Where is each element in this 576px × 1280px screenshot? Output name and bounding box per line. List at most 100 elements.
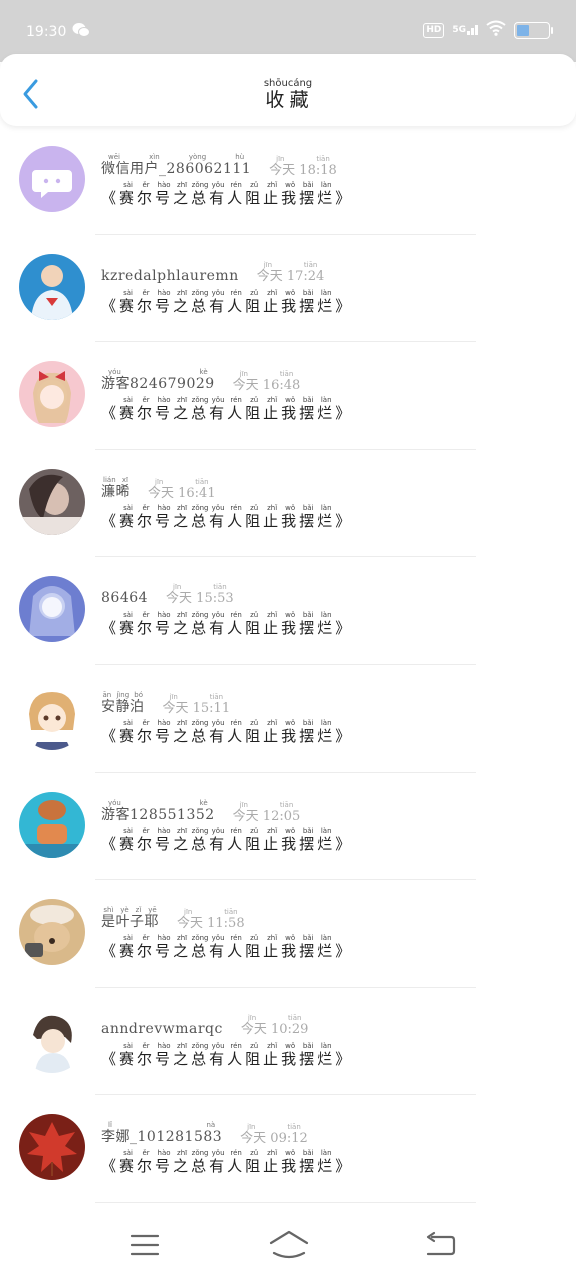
book-title[interactable]: 《赛sài尔ěr号hào之zhī总zǒng有yǒu人rén阻zǔ止zhǐ我wǒ摆… [101,504,353,531]
list-item[interactable]: anndrevwmarqc 今天 10:29jīn tiān 《赛sài尔ěr号hà… [0,988,576,1096]
book-title[interactable]: 《赛sài尔ěr号hào之zhī总zǒng有yǒu人rén阻zǔ止zhǐ我wǒ摆… [101,396,353,423]
title-char: 烂làn [317,396,336,423]
avatar[interactable] [19,576,85,643]
title-char: 我wǒ [281,288,300,315]
title-char: 摆bǎi [299,826,318,853]
item-meta: 是叶子耶shì yè zǐ yē 今天 11:58jīn tiān [101,906,245,931]
avatar[interactable] [19,1114,85,1181]
title-char: 之zhī [173,1149,192,1176]
title-char: 号hào [155,288,174,315]
page-header: 收藏shōucáng [0,54,576,126]
title-char: 号hào [155,503,174,530]
book-title[interactable]: 《赛sài尔ěr号hào之zhī总zǒng有yǒu人rén阻zǔ止zhǐ我wǒ摆… [101,1149,353,1176]
title-char: 之zhī [173,611,192,638]
title-char: 摆bǎi [299,288,318,315]
title-char: 烂làn [317,1041,336,1068]
page-title: 收藏shōucáng [263,78,313,111]
username: 濂晞lián xī [101,475,130,500]
back-nav-button[interactable] [420,1228,460,1262]
username: 游客128551352yóu kè [101,798,215,823]
list-item[interactable]: 李娜_101281583lǐ nà 今天 09:12jīn tiān 《赛sài尔ě… [0,1095,576,1203]
avatar[interactable] [19,899,85,966]
book-title[interactable]: 《赛sài尔ěr号hào之zhī总zǒng有yǒu人rén阻zǔ止zhǐ我wǒ摆… [101,611,353,638]
list-item[interactable]: 濂晞lián xī 今天 16:41jīn tiān 《赛sài尔ěr号hào之zh… [0,450,576,558]
timestamp: 今天 18:18jīn tiān [269,155,337,178]
title-char: 止zhǐ [263,934,282,961]
battery-icon [514,21,553,39]
title-char: 号hào [155,1041,174,1068]
title-char: 阻zǔ [245,1149,264,1176]
timestamp: 今天 15:11jīn tiān [162,692,231,716]
title-char: 号hào [155,718,174,745]
title-char: 有yǒu [209,288,228,315]
avatar[interactable] [19,468,85,535]
title-char: 》 [335,726,354,745]
menu-icon [130,1234,160,1256]
avatar[interactable] [19,146,85,212]
book-title[interactable]: 《赛sài尔ěr号hào之zhī总zǒng有yǒu人rén阻zǔ止zhǐ我wǒ摆… [101,289,353,316]
book-title[interactable]: 《赛sài尔ěr号hào之zhī总zǒng有yǒu人rén阻zǔ止zhǐ我wǒ摆… [101,827,353,854]
divider [95,1201,476,1203]
item-meta: kzredalphlauremn 今天 17:24jīn tiān [101,261,324,284]
title-char: 人rén [227,826,246,853]
avatar[interactable] [19,253,85,320]
title-char: 《 [101,189,120,207]
book-title[interactable]: 《赛sài尔ěr号hào之zhī总zǒng有yǒu人rén阻zǔ止zhǐ我wǒ摆… [101,181,353,208]
book-title[interactable]: 《赛sài尔ěr号hào之zhī总zǒng有yǒu人rén阻zǔ止zhǐ我wǒ摆… [101,934,353,961]
title-char: 赛sài [119,503,138,530]
title-char: 我wǒ [281,934,300,961]
title-char: 之zhī [173,503,192,530]
title-char: 》 [335,189,354,207]
list-item[interactable]: 游客128551352yóu kè 今天 12:05jīn tiān 《赛sài尔ě… [0,773,576,881]
avatar[interactable] [19,791,85,858]
menu-button[interactable] [126,1228,166,1262]
list-item[interactable]: 微信用户_286062111wēi xìn yòng hù 今天 18:18jīn… [0,127,576,235]
title-char: 有yǒu [209,1041,228,1068]
avatar[interactable] [19,361,85,428]
wifi-icon [486,20,506,40]
avatar[interactable] [19,1006,85,1073]
title-char: 我wǒ [281,1041,300,1068]
username: kzredalphlauremn [101,267,239,284]
title-char: 摆bǎi [299,934,318,961]
title-char: 赛sài [119,611,138,638]
title-char: 赛sài [119,934,138,961]
title-char: 我wǒ [281,826,300,853]
title-char: 尔ěr [137,611,156,638]
title-char: 阻zǔ [245,503,264,530]
title-char: 总zǒng [191,181,210,207]
title-char: 赛sài [119,826,138,853]
book-title[interactable]: 《赛sài尔ěr号hào之zhī总zǒng有yǒu人rén阻zǔ止zhǐ我wǒ摆… [101,719,353,746]
title-char: 》 [335,1049,354,1068]
title-char: 摆bǎi [299,503,318,530]
title-char: 人rén [227,181,246,207]
title-char: 摆bǎi [299,1149,318,1176]
username: 李娜_101281583lǐ nà [101,1121,223,1146]
home-button[interactable] [266,1228,312,1262]
list-item[interactable]: 是叶子耶shì yè zǐ yē 今天 11:58jīn tiān 《赛sài尔ěr… [0,880,576,988]
title-char: 阻zǔ [245,396,264,423]
avatar[interactable] [19,683,85,750]
title-char: 《 [101,619,120,638]
status-time: 19:30 [26,24,67,40]
list-item[interactable]: 安静泊ān jìng bó 今天 15:11jīn tiān 《赛sài尔ěr号hà… [0,665,576,773]
title-char: 号hào [155,396,174,423]
title-char: 号hào [155,1149,174,1176]
title-char: 尔ěr [137,181,156,207]
item-meta: 李娜_101281583lǐ nà 今天 09:12jīn tiān [101,1121,308,1146]
list-item[interactable]: 86464 今天 15:53jīn tiān 《赛sài尔ěr号hào之zhī总zǒ… [0,557,576,665]
list-item[interactable]: kzredalphlauremn 今天 17:24jīn tiān 《赛sài尔ěr… [0,235,576,343]
title-char: 总zǒng [191,396,210,423]
book-title[interactable]: 《赛sài尔ěr号hào之zhī总zǒng有yǒu人rén阻zǔ止zhǐ我wǒ摆… [101,1042,353,1069]
list-item[interactable]: 游客824679029yóu kè 今天 16:48jīn tiān 《赛sài尔ě… [0,342,576,450]
title-char: 尔ěr [137,503,156,530]
title-char: 阻zǔ [245,718,264,745]
title-char: 止zhǐ [263,826,282,853]
title-char: 摆bǎi [299,611,318,638]
title-char: 尔ěr [137,1149,156,1176]
item-meta: 游客128551352yóu kè 今天 12:05jīn tiān [101,799,300,824]
title-char: 烂làn [317,611,336,638]
title-char: 人rén [227,934,246,961]
title-char: 总zǒng [191,1041,210,1068]
title-char: 有yǒu [209,503,228,530]
